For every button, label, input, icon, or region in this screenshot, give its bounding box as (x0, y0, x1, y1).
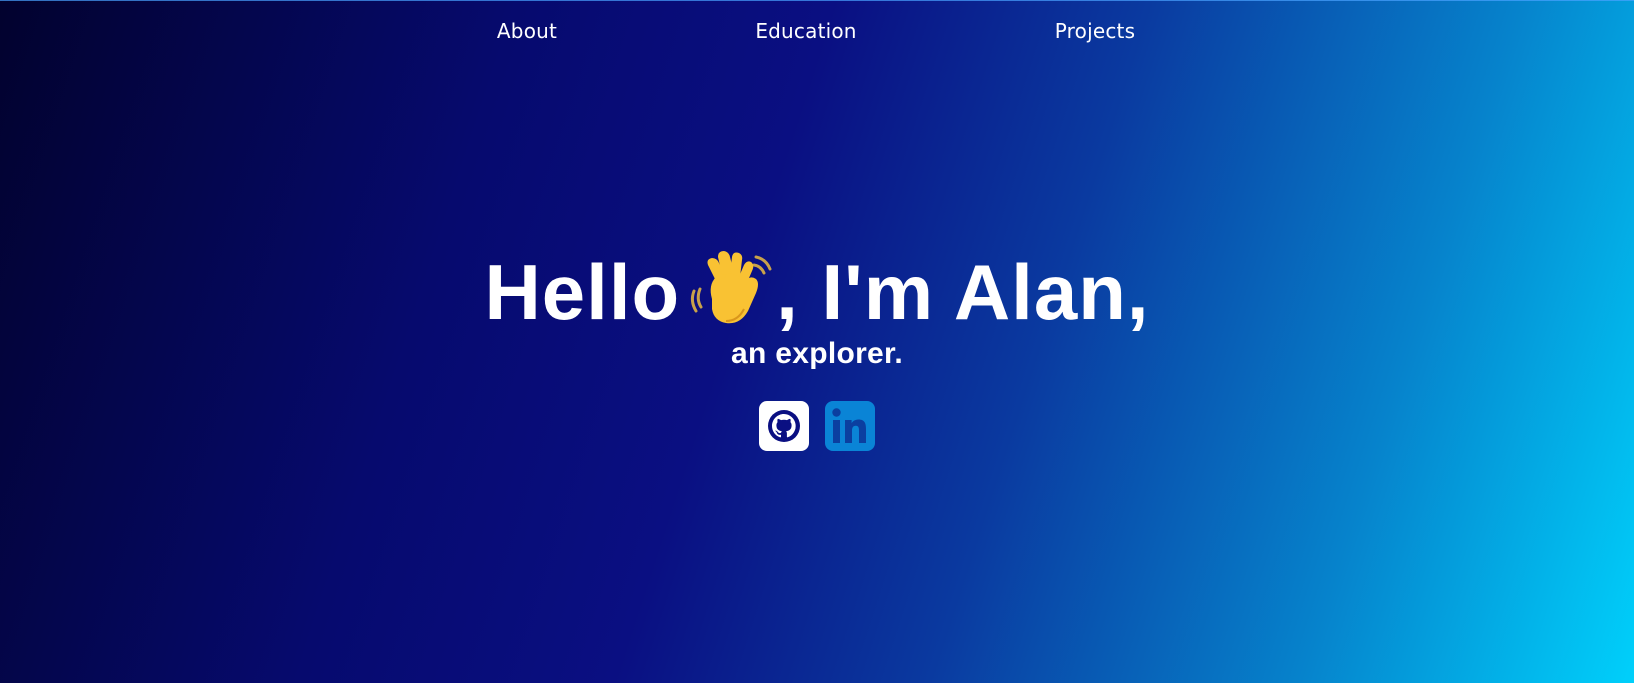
nav-link-about[interactable]: About (497, 19, 557, 43)
linkedin-icon (825, 401, 875, 451)
github-icon (759, 401, 809, 451)
nav-link-projects[interactable]: Projects (1055, 19, 1135, 43)
github-link[interactable] (759, 401, 809, 451)
hero-section: Hello , I'm Alan, an explorer. (0, 246, 1634, 372)
nav-link-education[interactable]: Education (755, 19, 856, 43)
social-links (0, 401, 1634, 451)
hero-title: Hello , I'm Alan, (0, 246, 1634, 338)
waving-hand-icon (686, 251, 774, 327)
linkedin-link[interactable] (825, 401, 875, 451)
hero-subtitle: an explorer. (730, 337, 903, 370)
hero-greeting-start: Hello (484, 248, 681, 336)
top-nav: About Education Projects (0, 0, 1634, 64)
hero-greeting-end: , I'm Alan, (776, 248, 1150, 336)
